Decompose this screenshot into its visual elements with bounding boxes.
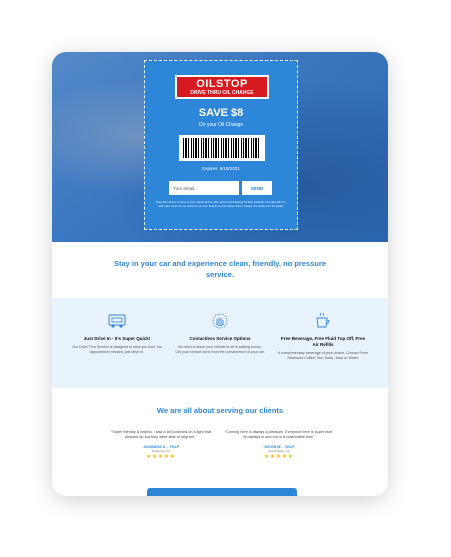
review-quote: "Super friendly & helpful. I saw a lot c… xyxy=(110,430,212,440)
page-headline: Stay in your car and experience clean, f… xyxy=(113,259,327,279)
review-location: Alhambra, CA xyxy=(151,448,171,453)
logo-wordmark: OILSTOP xyxy=(196,78,248,90)
feature-free-beverage: Free Beverage, Free Fluid Top Off, Free … xyxy=(278,312,368,361)
coupon-subline: On your Oil Change xyxy=(198,122,244,128)
feature-drive-in: Just Drive In - It's Super Quick! Our Dr… xyxy=(72,312,162,355)
coupon-fineprint: Bring this coupon or show on your mobile… xyxy=(156,201,286,208)
feature-desc: No need to leave your vehicle to sit in … xyxy=(175,345,265,354)
star-rating-icon: ★★★★★ xyxy=(146,453,176,460)
coffee-cup-icon xyxy=(316,312,330,328)
review-location: Santa Rosa, CA xyxy=(268,448,290,453)
coupon-headline: SAVE $8 xyxy=(198,107,244,119)
bottom-cta-bar[interactable] xyxy=(147,488,297,496)
oilstop-logo: OILSTOP DRIVE THRU OIL CHANGE xyxy=(175,75,269,99)
barcode-bars xyxy=(183,138,261,158)
features-band: Just Drive In - It's Super Quick! Our Dr… xyxy=(52,298,388,388)
star-rating-icon: ★★★★★ xyxy=(264,453,294,460)
coupon-expiry: Expires: 6/18/2021 xyxy=(202,166,240,171)
reviews-title: We are all about serving our clients xyxy=(156,406,284,415)
email-input[interactable] xyxy=(169,181,239,195)
device-frame: OILSTOP DRIVE THRU OIL CHANGE SAVE $8 On… xyxy=(52,52,388,496)
feature-title: Contactless Service Options xyxy=(189,336,251,341)
send-button[interactable]: SEND xyxy=(242,181,272,195)
feature-desc: A complimentary beverage of your choice.… xyxy=(278,351,368,360)
review-card: "Coming here is always a pleasure. Every… xyxy=(224,430,334,460)
feature-desc: Our Drive Thru Service is designed to sa… xyxy=(72,345,162,354)
logo-tagline: DRIVE THRU OIL CHANGE xyxy=(190,90,254,96)
feature-contactless: Contactless Service Options No need to l… xyxy=(175,312,265,355)
coupon-card: OILSTOP DRIVE THRU OIL CHANGE SAVE $8 On… xyxy=(144,60,298,230)
feature-title: Just Drive In - It's Super Quick! xyxy=(83,336,151,341)
feature-title: Free Beverage, Free Fluid Top Off, Free … xyxy=(281,336,365,347)
car-service-icon xyxy=(108,314,126,328)
review-card: "Super friendly & helpful. I saw a lot c… xyxy=(106,430,216,460)
review-quote: "Coming here is always a pleasure. Every… xyxy=(224,430,334,440)
contactless-hand-icon xyxy=(212,313,228,329)
barcode xyxy=(179,135,265,161)
